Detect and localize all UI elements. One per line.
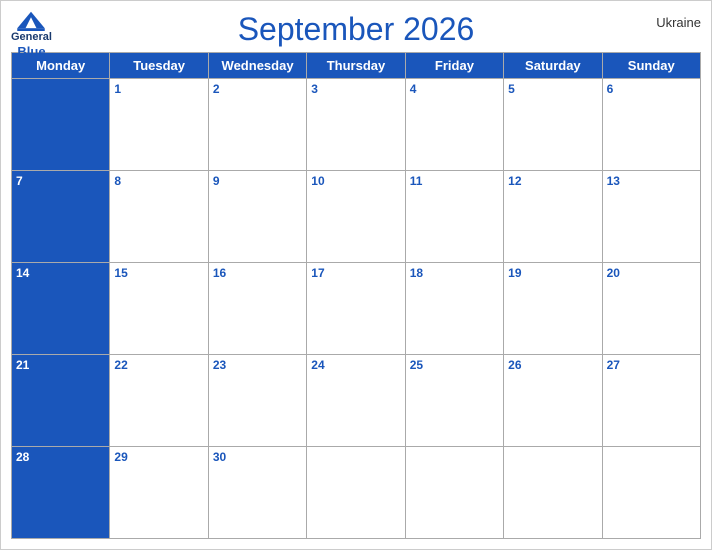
day-number: 3 <box>311 82 318 96</box>
day-cell: 5 <box>504 79 602 171</box>
day-number: 1 <box>114 82 121 96</box>
day-cell: 27 <box>603 355 701 447</box>
day-cell: 2 <box>209 79 307 171</box>
day-number: 24 <box>311 358 324 372</box>
week-row-2: 14 15 16 17 18 19 20 <box>12 263 701 355</box>
day-cell: 14 <box>12 263 110 355</box>
week-row-3: 21 22 23 24 25 26 27 <box>12 355 701 447</box>
week-row-1: 7 8 9 10 11 12 13 <box>12 171 701 263</box>
day-cell: 18 <box>406 263 504 355</box>
week-row-0: 1 2 3 4 5 6 <box>12 79 701 171</box>
day-number: 12 <box>508 174 521 188</box>
week-row-4: 28 29 30 <box>12 447 701 539</box>
day-number: 4 <box>410 82 417 96</box>
day-cell: 26 <box>504 355 602 447</box>
day-cell: 3 <box>307 79 405 171</box>
day-number: 16 <box>213 266 226 280</box>
day-cell: 10 <box>307 171 405 263</box>
day-cell: 4 <box>406 79 504 171</box>
day-cell: 16 <box>209 263 307 355</box>
logo-area: General Blue <box>11 9 52 60</box>
day-number: 25 <box>410 358 423 372</box>
day-cell: 12 <box>504 171 602 263</box>
day-cell: 6 <box>603 79 701 171</box>
calendar-header: General Blue September 2026 Ukraine <box>11 9 701 48</box>
day-number: 30 <box>213 450 226 464</box>
calendar: General Blue September 2026 Ukraine Mond… <box>0 0 712 550</box>
day-number: 5 <box>508 82 515 96</box>
day-number: 27 <box>607 358 620 372</box>
weekday-header-friday: Friday <box>406 53 504 79</box>
day-number: 20 <box>607 266 620 280</box>
day-number: 13 <box>607 174 620 188</box>
day-number: 6 <box>607 82 614 96</box>
weekday-header-saturday: Saturday <box>504 53 602 79</box>
day-cell: 9 <box>209 171 307 263</box>
day-cell: 15 <box>110 263 208 355</box>
day-number: 26 <box>508 358 521 372</box>
day-number: 18 <box>410 266 423 280</box>
day-number: 23 <box>213 358 226 372</box>
day-number: 19 <box>508 266 521 280</box>
day-cell <box>504 447 602 539</box>
day-number: 10 <box>311 174 324 188</box>
day-number: 17 <box>311 266 324 280</box>
weekday-header-tuesday: Tuesday <box>110 53 208 79</box>
day-cell: 28 <box>12 447 110 539</box>
day-number: 15 <box>114 266 127 280</box>
calendar-title: September 2026 <box>238 11 475 48</box>
day-cell <box>603 447 701 539</box>
day-number: 28 <box>16 450 29 464</box>
day-cell: 23 <box>209 355 307 447</box>
day-cell <box>307 447 405 539</box>
day-cell <box>406 447 504 539</box>
weekday-headers: MondayTuesdayWednesdayThursdayFridaySatu… <box>12 53 701 79</box>
day-cell: 22 <box>110 355 208 447</box>
logo-blue-text: Blue <box>17 44 45 60</box>
weeks-container: 1234567891011121314151617181920212223242… <box>12 79 701 539</box>
day-number: 21 <box>16 358 29 372</box>
day-cell: 11 <box>406 171 504 263</box>
generalblue-logo-icon <box>17 9 45 31</box>
day-cell: 21 <box>12 355 110 447</box>
day-cell: 19 <box>504 263 602 355</box>
day-cell: 17 <box>307 263 405 355</box>
day-cell: 30 <box>209 447 307 539</box>
day-number: 22 <box>114 358 127 372</box>
day-cell: 29 <box>110 447 208 539</box>
day-cell: 24 <box>307 355 405 447</box>
logo-general-text: General <box>11 31 52 44</box>
day-cell <box>12 79 110 171</box>
day-cell: 8 <box>110 171 208 263</box>
day-cell: 25 <box>406 355 504 447</box>
day-number: 11 <box>410 174 423 188</box>
day-number: 14 <box>16 266 29 280</box>
day-number: 9 <box>213 174 220 188</box>
country-label: Ukraine <box>656 15 701 30</box>
weekday-header-thursday: Thursday <box>307 53 405 79</box>
day-cell: 1 <box>110 79 208 171</box>
calendar-grid: MondayTuesdayWednesdayThursdayFridaySatu… <box>11 52 701 539</box>
day-cell: 20 <box>603 263 701 355</box>
day-cell: 13 <box>603 171 701 263</box>
weekday-header-wednesday: Wednesday <box>209 53 307 79</box>
day-cell: 7 <box>12 171 110 263</box>
day-number: 7 <box>16 174 23 188</box>
day-number: 29 <box>114 450 127 464</box>
day-number: 2 <box>213 82 220 96</box>
day-number: 8 <box>114 174 121 188</box>
weekday-header-sunday: Sunday <box>603 53 701 79</box>
